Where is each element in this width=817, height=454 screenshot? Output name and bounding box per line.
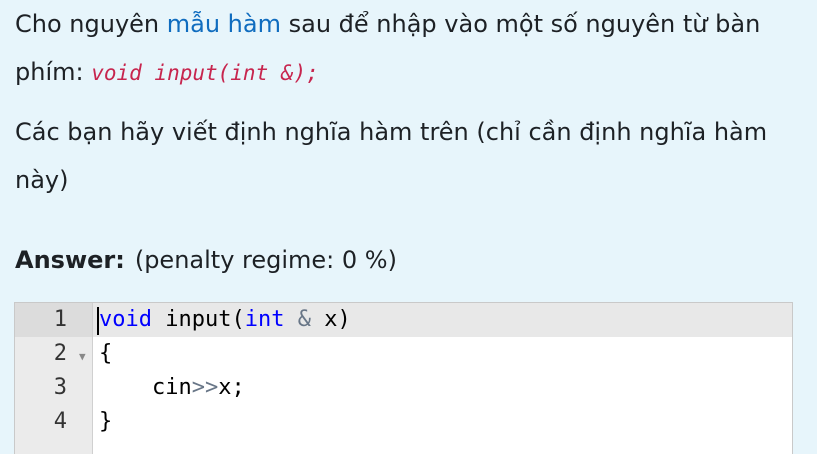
code-line-2[interactable]: { [99,341,112,366]
code-token: input( [151,307,245,332]
function-prototype-link[interactable]: mẫu hàm [167,10,281,38]
prototype-code: void input(int &); [91,61,319,85]
code-line-4[interactable]: } [99,409,112,434]
code-line-1[interactable]: void input(int & x) [99,307,351,332]
keyword-token: void [99,307,152,332]
penalty-regime: (penalty regime: 0 %) [134,246,397,274]
code-token: x) [310,307,351,332]
line-number: 1 [53,307,67,332]
question-text-part: Cho nguyên [15,10,167,38]
operator-token: & [297,307,311,332]
line-number: 3 [53,375,67,400]
code-token: cin [151,375,192,400]
answer-header: Answer: (penalty regime: 0 %) [15,246,397,274]
operator-token: >> [191,375,219,400]
code-line-3[interactable]: cin>>x; [99,375,245,400]
code-editor[interactable]: 1 2 ▼ 3 4 void input(int & x) { cin>>x; … [14,302,793,454]
code-token: x; [218,375,245,400]
line-number: 4 [53,409,67,434]
line-number: 2 [53,341,67,366]
question-paragraph-1: Cho nguyên mẫu hàm sau để nhập vào một s… [15,0,805,97]
keyword-token: int [244,307,285,332]
question-paragraph-2: Các bạn hãy viết định nghĩa hàm trên (ch… [15,118,768,194]
answer-label: Answer: [15,246,125,274]
fold-toggle-icon[interactable]: ▼ [79,350,86,363]
